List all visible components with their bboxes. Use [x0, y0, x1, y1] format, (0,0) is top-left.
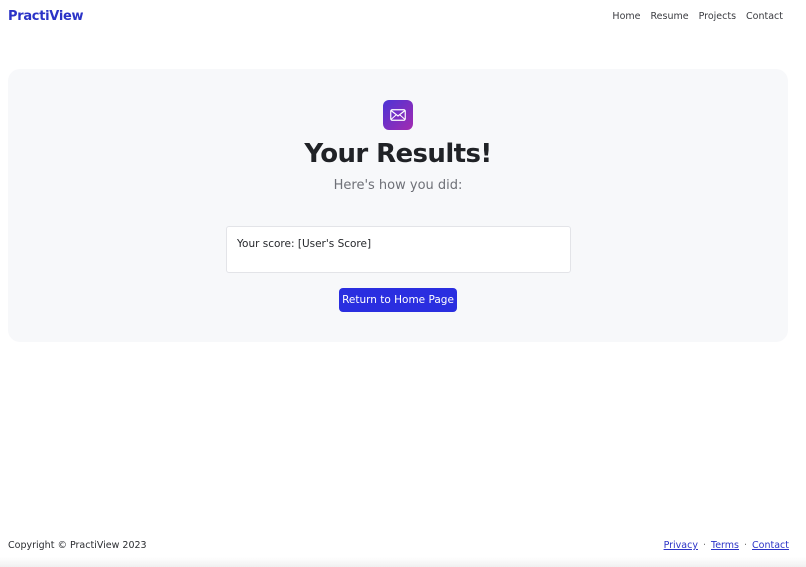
footer-separator: ·: [702, 540, 707, 551]
copyright-text: Copyright © PractiView 2023: [8, 540, 147, 551]
footer: Copyright © PractiView 2023 Privacy · Te…: [8, 540, 789, 551]
nav-link-projects[interactable]: Projects: [699, 11, 736, 22]
footer-link-contact[interactable]: Contact: [752, 540, 789, 551]
nav-link-contact[interactable]: Contact: [746, 11, 783, 22]
nav-link-resume[interactable]: Resume: [650, 11, 688, 22]
footer-link-terms[interactable]: Terms: [711, 540, 739, 551]
score-box: Your score: [User's Score]: [226, 226, 571, 273]
envelope-icon: [383, 100, 413, 130]
results-card: Your Results! Here's how you did: Your s…: [8, 69, 788, 342]
page-title: Your Results!: [304, 139, 492, 169]
nav-link-home[interactable]: Home: [612, 11, 640, 22]
footer-links: Privacy · Terms · Contact: [664, 540, 789, 551]
footer-separator: ·: [744, 540, 748, 551]
score-text: Your score: [User's Score]: [237, 238, 372, 250]
brand-logo[interactable]: PractiView: [8, 9, 84, 24]
top-nav: PractiView Home Resume Projects Contact: [0, 0, 806, 32]
page-subtitle: Here's how you did:: [333, 178, 463, 193]
bottom-edge-shadow: [0, 557, 806, 567]
nav-links: Home Resume Projects Contact: [612, 11, 798, 22]
footer-link-privacy[interactable]: Privacy: [664, 540, 698, 551]
return-home-button[interactable]: Return to Home Page: [339, 288, 457, 312]
